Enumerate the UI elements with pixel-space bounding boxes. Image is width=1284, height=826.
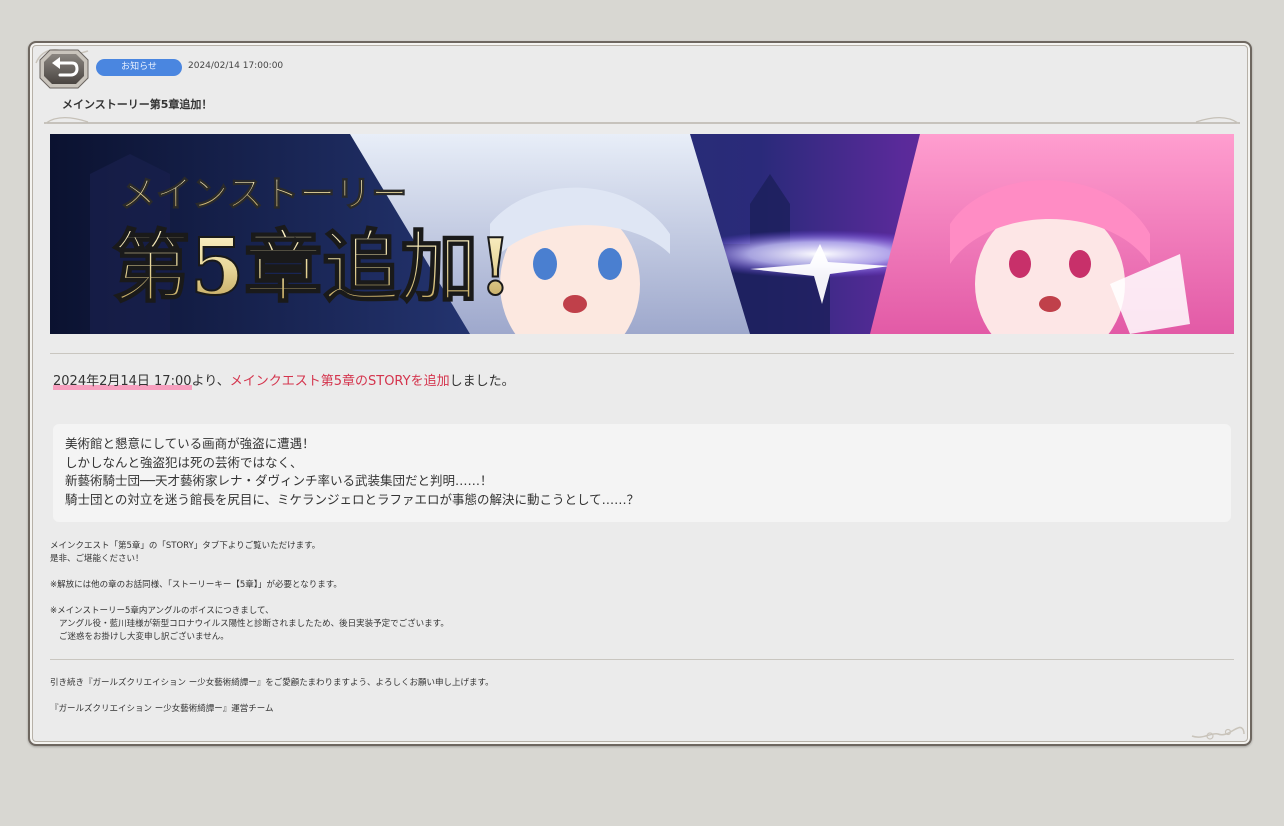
closing-line: 『ガールズクリエイション ー少女藝術綺譚ー』運営チーム [50,704,274,714]
note-line: メインクエスト「第5章」の「STORY」タブ下よりご覧いただけます。 [50,541,321,551]
section-divider [50,659,1234,660]
category-badge: お知らせ [96,59,182,76]
closing-section: 引き続き『ガールズクリエイション ー少女藝術綺譚ー』をご愛顧たまわりますよう、よ… [50,677,494,716]
lead-text: 2024年2月14日 17:00より、メインクエスト第5章のSTORYを追加しま… [53,370,515,390]
closing-line: 引き続き『ガールズクリエイション ー少女藝術綺譚ー』をご愛顧たまわりますよう、よ… [50,678,494,688]
banner-title-line1: メインストーリー [120,173,407,215]
lead-date: 2024年2月14日 17:00 [53,374,192,390]
story-line: 騎士団との対立を迷う館長を尻目に、ミケランジェロとラファエロが事態の解決に動こう… [65,491,640,507]
story-summary-box: 美術館と懇意にしている画商が強盗に遭遇！ しかしなんと強盗犯は死の芸術ではなく、… [53,424,1231,522]
lead-end: しました。 [449,374,515,389]
note-line: ※解放には他の章のお話同様、「ストーリーキー【5章】」が必要となります。 [50,580,342,590]
post-date: 2024/02/14 17:00:00 [188,61,284,71]
post-title: メインストーリー第5章追加！ [62,98,213,111]
corner-ornament-icon [1191,726,1245,740]
note-line: アングル役・藍川珪様が新型コロナウイルス陽性と診断されましたため、後日実装予定で… [59,619,449,629]
story-line: 美術館と懇意にしている画商が強盗に遭遇！ [65,436,315,451]
lead-from: より、 [191,374,230,389]
story-line: 新藝術騎士団──天才藝術家レナ・ダヴィンチ率いる武装集団だと判明……！ [65,473,493,488]
lead-highlight: メインクエスト第5章のSTORYを追加 [229,374,450,389]
banner-title-line2: 第5章追加! [112,222,513,313]
notes-section: メインクエスト「第5章」の「STORY」タブ下よりご覧いただけます。 是非、ご堪… [50,540,449,644]
story-banner-image: メインストーリー 第5章追加! [50,134,1234,334]
section-divider [50,353,1234,354]
back-button[interactable] [38,48,90,90]
note-line: ※メインストーリー5章内アングルのボイスにつきまして、 [50,606,274,616]
back-arrow-icon [39,49,89,89]
story-line: しかしなんと強盗犯は死の芸術ではなく、 [65,454,303,470]
note-line: ご迷惑をお掛けし大変申し訳ございません。 [59,632,229,642]
title-divider [44,117,1240,124]
note-line: 是非、ご堪能ください！ [50,554,144,564]
